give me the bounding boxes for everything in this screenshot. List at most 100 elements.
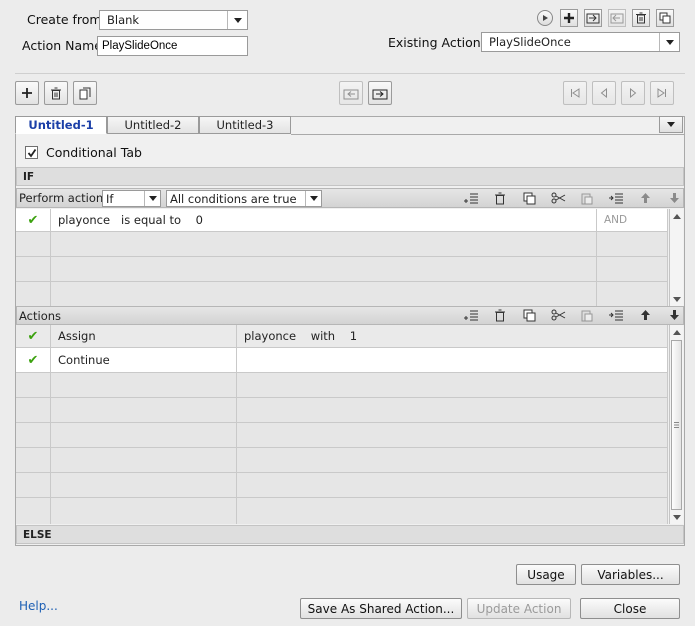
tab-list-dropdown[interactable] <box>659 116 683 133</box>
action-cell[interactable]: Continue <box>51 348 237 372</box>
table-row[interactable] <box>16 282 668 306</box>
table-row[interactable]: ✔ playonce is equal to 0 AND <box>16 209 668 232</box>
indent-row-icon[interactable] <box>605 189 627 207</box>
conditions-scrollbar[interactable] <box>669 209 683 306</box>
import-action-icon[interactable] <box>584 9 602 27</box>
last-tab-button[interactable] <box>650 81 674 105</box>
scroll-down-icon[interactable] <box>670 510 683 524</box>
copy-row-icon[interactable] <box>518 306 540 324</box>
help-link[interactable]: Help... <box>19 599 58 613</box>
params-cell[interactable] <box>237 473 668 497</box>
table-row[interactable] <box>16 373 668 398</box>
cut-row-icon[interactable] <box>547 189 569 207</box>
delete-tab-button[interactable] <box>44 81 68 105</box>
table-row[interactable] <box>16 473 668 498</box>
row-check-icon[interactable] <box>16 282 51 306</box>
previous-tab-button[interactable] <box>592 81 616 105</box>
save-tab-button[interactable] <box>368 81 392 105</box>
scroll-down-icon[interactable] <box>670 292 683 306</box>
export-action-icon[interactable] <box>608 9 626 27</box>
move-up-icon[interactable] <box>634 306 656 324</box>
create-from-select[interactable]: Blank <box>99 10 248 30</box>
row-check-icon[interactable]: ✔ <box>16 209 51 231</box>
operator-cell[interactable] <box>597 282 668 306</box>
conditions-mode-select[interactable]: All conditions are true <box>166 190 322 207</box>
table-row[interactable] <box>16 423 668 448</box>
duplicate-action-icon[interactable] <box>656 9 674 27</box>
move-up-icon[interactable] <box>634 189 656 207</box>
delete-action-icon[interactable] <box>632 9 650 27</box>
row-check-icon[interactable] <box>16 498 51 524</box>
row-check-icon[interactable] <box>16 423 51 447</box>
condition-cell[interactable] <box>51 282 597 306</box>
row-check-icon[interactable]: ✔ <box>16 348 51 372</box>
indent-row-icon[interactable] <box>605 306 627 324</box>
preview-play-icon[interactable] <box>537 10 553 26</box>
condition-cell[interactable] <box>51 232 597 256</box>
row-check-icon[interactable] <box>16 373 51 397</box>
scroll-up-icon[interactable] <box>670 209 683 223</box>
params-cell[interactable] <box>237 423 668 447</box>
row-check-icon[interactable] <box>16 473 51 497</box>
tab-untitled-2[interactable]: Untitled-2 <box>107 116 199 134</box>
move-down-icon[interactable] <box>663 189 685 207</box>
params-cell[interactable] <box>237 348 668 372</box>
conditional-tab-checkbox[interactable] <box>25 146 38 159</box>
params-cell[interactable] <box>237 448 668 472</box>
table-row[interactable]: ✔ Continue <box>16 348 668 373</box>
params-cell[interactable] <box>237 498 668 524</box>
insert-row-icon[interactable] <box>460 189 482 207</box>
operator-cell[interactable] <box>597 257 668 281</box>
move-down-icon[interactable] <box>663 306 685 324</box>
existing-actions-select[interactable]: PlaySlideOnce <box>481 32 680 52</box>
tab-untitled-3[interactable]: Untitled-3 <box>199 116 291 134</box>
row-check-icon[interactable]: ✔ <box>16 325 51 347</box>
else-section-header[interactable]: ELSE <box>16 525 684 544</box>
table-row[interactable] <box>16 398 668 423</box>
cut-row-icon[interactable] <box>547 306 569 324</box>
copy-tab-button[interactable] <box>73 81 97 105</box>
operator-cell[interactable]: AND <box>597 209 668 231</box>
row-check-icon[interactable] <box>16 257 51 281</box>
add-tab-button[interactable] <box>15 81 39 105</box>
paste-row-icon[interactable] <box>576 306 598 324</box>
row-check-icon[interactable] <box>16 398 51 422</box>
table-row[interactable]: ✔ Assign playonce with 1 <box>16 325 668 348</box>
table-row[interactable] <box>16 498 668 524</box>
delete-row-icon[interactable] <box>489 189 511 207</box>
action-cell[interactable] <box>51 423 237 447</box>
operator-cell[interactable] <box>597 232 668 256</box>
action-cell[interactable] <box>51 373 237 397</box>
table-row[interactable] <box>16 448 668 473</box>
usage-button[interactable]: Usage <box>516 564 576 585</box>
action-cell[interactable] <box>51 398 237 422</box>
params-cell[interactable] <box>237 398 668 422</box>
params-cell[interactable]: playonce with 1 <box>237 325 668 347</box>
delete-row-icon[interactable] <box>489 306 511 324</box>
paste-tab-button[interactable] <box>339 81 363 105</box>
insert-row-icon[interactable] <box>460 306 482 324</box>
actions-scrollbar[interactable] <box>669 325 683 524</box>
paste-row-icon[interactable] <box>576 189 598 207</box>
next-tab-button[interactable] <box>621 81 645 105</box>
action-cell[interactable] <box>51 498 237 524</box>
scroll-thumb[interactable] <box>671 340 682 510</box>
row-check-icon[interactable] <box>16 232 51 256</box>
table-row[interactable] <box>16 232 668 257</box>
action-cell[interactable] <box>51 448 237 472</box>
tab-untitled-1[interactable]: Untitled-1 <box>15 116 107 134</box>
condition-cell[interactable]: playonce is equal to 0 <box>51 209 597 231</box>
close-button[interactable]: Close <box>580 598 680 619</box>
variables-button[interactable]: Variables... <box>581 564 680 585</box>
action-cell[interactable]: Assign <box>51 325 237 347</box>
scroll-up-icon[interactable] <box>670 325 683 339</box>
row-check-icon[interactable] <box>16 448 51 472</box>
condition-cell[interactable] <box>51 257 597 281</box>
params-cell[interactable] <box>237 373 668 397</box>
add-action-icon[interactable] <box>560 9 578 27</box>
table-row[interactable] <box>16 257 668 282</box>
action-cell[interactable] <box>51 473 237 497</box>
action-name-input[interactable] <box>97 36 248 56</box>
first-tab-button[interactable] <box>563 81 587 105</box>
save-as-shared-action-button[interactable]: Save As Shared Action... <box>300 598 462 619</box>
